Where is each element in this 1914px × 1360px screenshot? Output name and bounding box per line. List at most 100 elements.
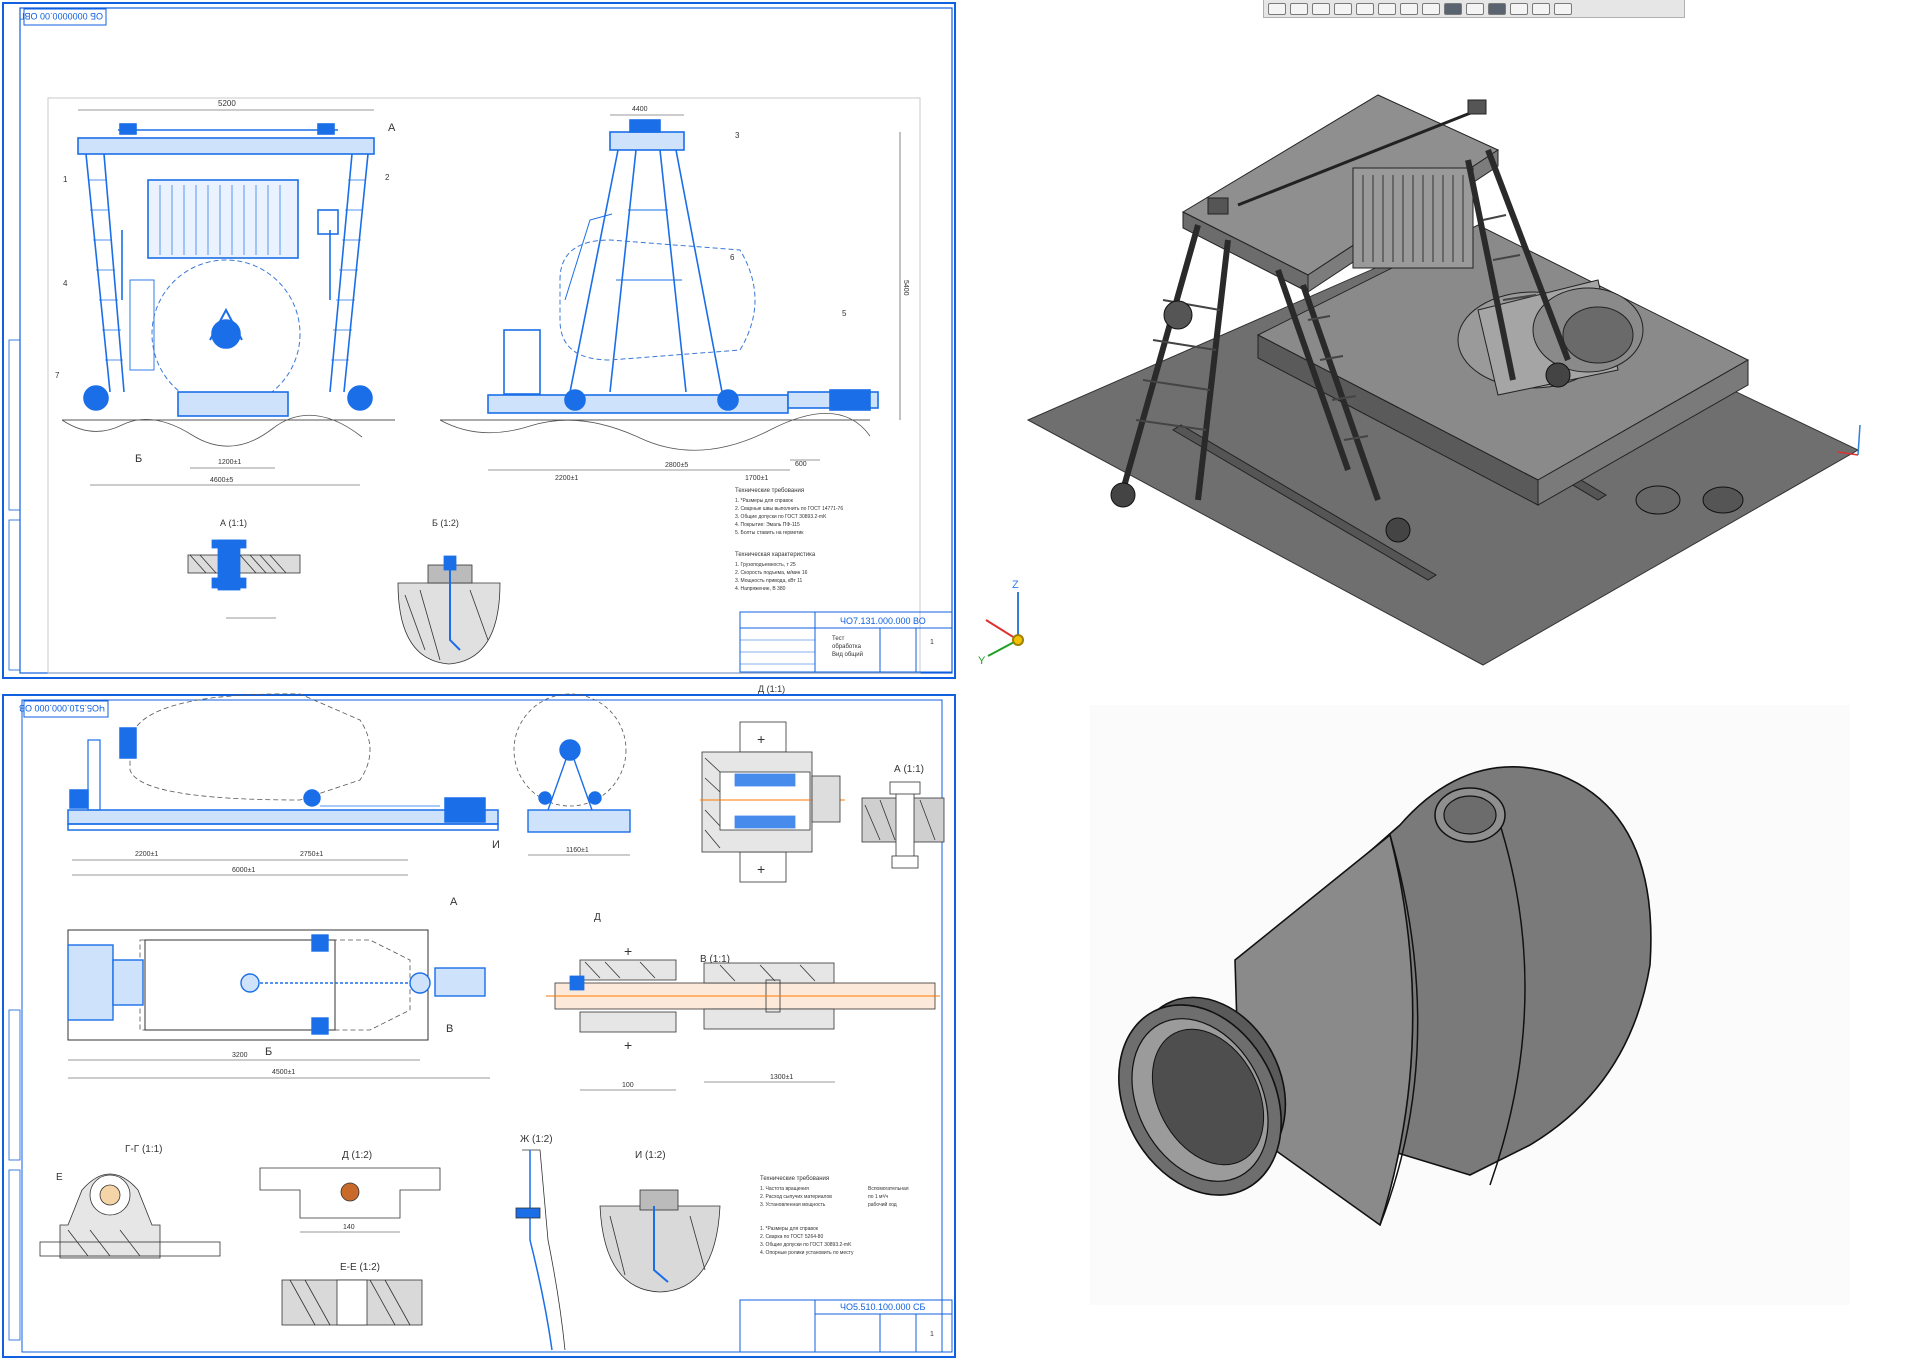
toolbar-settings-button[interactable] [1532,2,1550,15]
letter-B-2: Б [265,1046,272,1058]
sheet1-number: 1 [930,639,934,646]
dim-2-140: 140 [343,1224,355,1231]
dim-2800: 2800±5 [665,462,688,469]
dim-2-1160: 1160±1 [566,847,589,854]
dim-600: 600 [795,461,807,468]
dim-2-1300: 1300±1 [770,1074,793,1081]
tech-note-4: 4. Покрытие: Эмаль ПФ-115 [735,522,800,528]
letter-I-2: И [492,839,500,851]
toolbar-view-button[interactable] [1356,2,1374,15]
tech2-row-1b: Вспомогательная [868,1186,909,1192]
letter-A-2: А [450,896,458,908]
label-5: 5 [842,309,847,318]
section-b-title: Б (1:2) [432,518,459,528]
tech2-row-2a: 2. Расход сыпучих материалов [760,1194,832,1200]
toolbar-perspective-button[interactable] [1466,2,1484,15]
label-6: 6 [730,253,735,262]
toolbar-pan-button[interactable] [1312,2,1330,15]
title-block-name-1c: Вид общий [832,651,863,658]
tech2-note-4: 4. Опорные ролики установить по месту [760,1250,854,1256]
dim-2-6000: 6000±1 [232,867,255,874]
model-3d-canvas: Z Y [978,94,1861,667]
section-a-title: А (1:1) [220,518,247,528]
sheet1-code: ОБ 0000000.00 ОВГ [20,11,103,21]
drawing-canvas-1: ОБ 0000000.00 ОВГ 5200 1200±1 4600±5 А Б… [2,2,956,679]
label-B: Б [135,453,142,465]
tech2-row-3a: 3. Установленная мощность [760,1202,826,1208]
dim-2-2200: 2200±1 [135,851,158,858]
tech-note-1: 1. *Размеры для справок [735,498,794,504]
axis-y-label: Y [978,655,986,667]
view-I-title: И (1:2) [635,1150,666,1161]
dim-4400: 4400 [632,106,648,113]
tech-char-title: Техническая характеристика [735,552,816,558]
dim-1700: 1700±1 [745,475,768,482]
tech-notes-title: Технические требования [735,488,804,494]
toolbar-wire-button[interactable] [1400,2,1418,15]
tech-note-5: 5. Болты ставить на герметик [735,530,804,536]
svg-text:+: + [757,731,765,747]
tech2-note-1: 1. *Размеры для справок [760,1226,819,1232]
tech-char-2: 2. Скорость подъема, м/мин 16 [735,570,808,576]
label-3: 3 [735,131,740,140]
svg-text:+: + [757,861,765,877]
view-toolbar [1263,0,1685,18]
label-7: 7 [55,371,60,380]
tech2-note-3: 3. Общие допуски по ГОСТ 30893.2-mK [760,1242,852,1248]
toolbar-hidden-button[interactable] [1422,2,1440,15]
svg-text:+: + [624,943,632,959]
dim-2200: 2200±1 [555,475,578,482]
sheet2-code: ЧО5.510.000.000 ОВ [19,703,105,713]
label-2: 2 [385,173,390,182]
toolbar-rotate-button[interactable] [1334,2,1352,15]
tech2-note-2: 2. Сварка по ГОСТ 5264-80 [760,1234,823,1240]
dim-2-2750: 2750±1 [300,851,323,858]
view-GG-title: Г-Г (1:1) [125,1144,163,1155]
view-DD-title: Д (1:2) [342,1150,372,1161]
label-1: 1 [63,175,68,184]
dim-4600: 4600±5 [210,477,233,484]
svg-text:+: + [624,1037,632,1053]
title-block-code-1: ЧО7.131.000.000 ВО [840,616,926,626]
toolbar-shaded-button[interactable] [1444,2,1462,15]
viewport-3d-drum[interactable] [1090,705,1850,1305]
view-ZH-title: Ж (1:2) [520,1134,553,1145]
letter-D-2: Д [594,912,601,923]
dim-5400: 5400 [902,280,909,296]
dim-5200: 5200 [218,99,236,108]
drum-3d-canvas [1118,766,1652,1227]
tech2-title: Технические требования [760,1176,829,1182]
drawing-canvas-2: ЧО5.510.000.000 ОВ 2200±1 2750±1 6000±1 … [2,684,956,1358]
view-D-title: Д (1:1) [758,684,785,694]
view-EE-title: Е-Е (1:2) [340,1262,380,1273]
tech-char-1: 1. Грузоподъемность, т 25 [735,562,796,568]
sheet2-number: 1 [930,1331,934,1338]
dim-2-100: 100 [622,1082,634,1089]
toolbar-orient-button[interactable] [1268,2,1286,15]
tech2-row-3b: рабочий ход [868,1201,897,1208]
label-4: 4 [63,279,68,288]
tech-char-3: 3. Мощность привода, кВт 11 [735,578,802,584]
tech-char-4: 4. Напряжение, В 380 [735,586,786,592]
tech2-row-1a: 1. Частота вращения [760,1186,809,1192]
tech-note-2: 2. Сварные швы выполнить по ГОСТ 14771-7… [735,506,843,512]
label-A: А [388,122,396,134]
dim-1200: 1200±1 [218,459,241,466]
tech2-row-2b: по 1 м³/ч [868,1194,889,1200]
dim-2-3200: 3200 [232,1052,248,1059]
title-block-name-1b: обработка [832,644,862,650]
title-block-name-1a: Тест [832,636,845,642]
drawing-sheet-assembly[interactable]: ЧО5.510.000.000 ОВ 2200±1 2750±1 6000±1 … [0,680,958,1360]
toolbar-extra-button[interactable] [1554,2,1572,15]
letter-V-2: В [446,1023,453,1035]
drawing-sheet-general-view[interactable]: ОБ 0000000.00 ОВГ 5200 1200±1 4600±5 А Б… [0,0,958,680]
axis-z-label: Z [1012,579,1019,591]
dim-2-4500: 4500±1 [272,1069,295,1076]
toolbar-section-button[interactable] [1378,2,1396,15]
toolbar-edges-button[interactable] [1488,2,1506,15]
letter-E-2: Е [56,1172,63,1183]
tech-note-3: 3. Общие допуски по ГОСТ 30893.2-mK [735,514,827,520]
toolbar-light-button[interactable] [1510,2,1528,15]
viewport-3d-assembly[interactable]: Z Y [958,0,1914,680]
toolbar-zoom-button[interactable] [1290,2,1308,15]
